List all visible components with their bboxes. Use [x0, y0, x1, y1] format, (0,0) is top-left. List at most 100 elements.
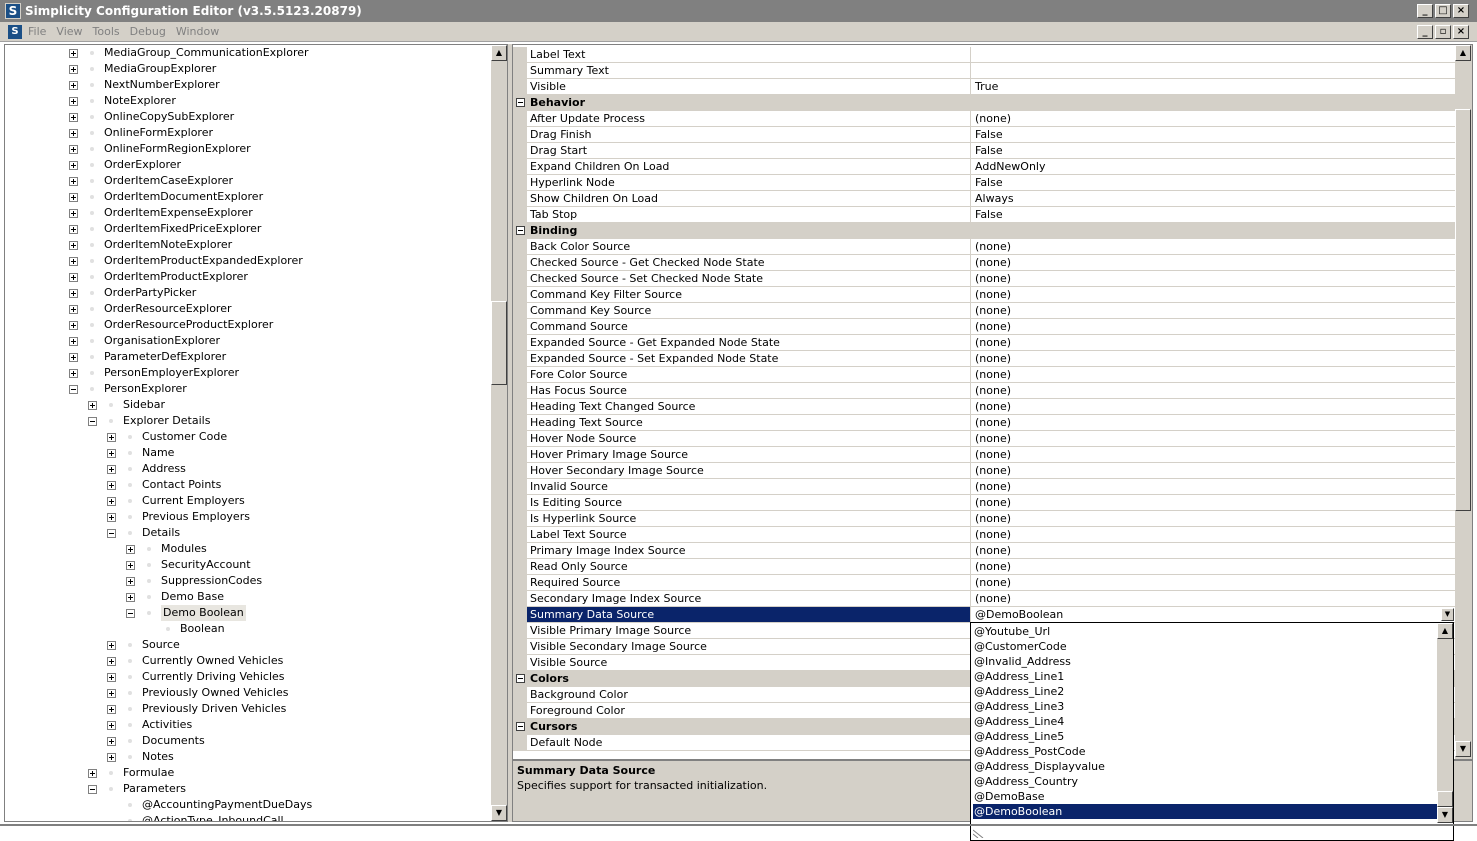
- expand-icon[interactable]: [69, 304, 78, 314]
- property-row[interactable]: Expand Children On Load AddNewOnly: [513, 159, 1455, 175]
- dropdown-option[interactable]: @Youtube_Url: [973, 624, 1437, 639]
- expand-icon[interactable]: [107, 656, 116, 666]
- explorer-tree[interactable]: MediaGroup_CommunicationExplorer MediaGro…: [4, 44, 508, 822]
- property-row[interactable]: Checked Source - Get Checked Node State(…: [513, 255, 1455, 271]
- property-value[interactable]: False: [971, 143, 1455, 159]
- expand-icon[interactable]: [107, 720, 116, 730]
- scroll-down-arrow-icon[interactable]: ▼: [491, 805, 507, 821]
- property-value[interactable]: @DemoBoolean: [971, 607, 1455, 623]
- property-value[interactable]: [971, 63, 1455, 79]
- expand-icon[interactable]: [126, 592, 135, 602]
- property-row[interactable]: Required Source (none): [513, 575, 1455, 591]
- tree-node[interactable]: SecurityAccount: [126, 557, 251, 573]
- property-value[interactable]: (none): [971, 367, 1455, 383]
- property-row[interactable]: Hover Secondary Image Source (none): [513, 463, 1455, 479]
- expand-icon[interactable]: [69, 320, 78, 330]
- expand-icon[interactable]: [107, 448, 116, 458]
- tree-node[interactable]: Previous Employers: [107, 509, 250, 525]
- close-button[interactable]: ×: [1453, 4, 1469, 18]
- collapse-icon[interactable]: [126, 608, 135, 618]
- property-value[interactable]: False: [971, 175, 1455, 191]
- tree-node[interactable]: Details: [107, 525, 180, 541]
- dropdown-scroll-thumb[interactable]: [1437, 791, 1453, 807]
- tree-node[interactable]: Address: [107, 461, 186, 477]
- property-row[interactable]: Drag Start False: [513, 143, 1455, 159]
- tree-node[interactable]: PersonExplorer: [69, 381, 187, 397]
- tree-node[interactable]: OrderPartyPicker: [69, 285, 196, 301]
- property-value[interactable]: (none): [971, 511, 1455, 527]
- property-value[interactable]: (none): [971, 111, 1455, 127]
- expand-icon[interactable]: [107, 464, 116, 474]
- dropdown-option[interactable]: @DemoBoolean: [973, 804, 1437, 819]
- category-row[interactable]: Binding: [513, 223, 1455, 239]
- expand-icon[interactable]: [88, 768, 97, 778]
- property-row[interactable]: Is Editing Source (none): [513, 495, 1455, 511]
- property-row[interactable]: Expanded Source - Get Expanded Node Stat…: [513, 335, 1455, 351]
- expand-icon[interactable]: [69, 48, 78, 58]
- tree-node[interactable]: MediaGroupExplorer: [69, 61, 216, 77]
- menu-debug[interactable]: Debug: [130, 25, 166, 38]
- dropdown-option[interactable]: @Address_Line5: [973, 729, 1437, 744]
- property-value[interactable]: Always: [971, 191, 1455, 207]
- property-value[interactable]: (none): [971, 335, 1455, 351]
- expand-icon[interactable]: [69, 80, 78, 90]
- tree-node[interactable]: SuppressionCodes: [126, 573, 262, 589]
- expand-icon[interactable]: [69, 240, 78, 250]
- child-close-button[interactable]: ×: [1453, 25, 1469, 39]
- collapse-icon[interactable]: [516, 226, 525, 235]
- property-row[interactable]: Hyperlink Node False: [513, 175, 1455, 191]
- property-value[interactable]: [971, 47, 1455, 63]
- tree-node[interactable]: Notes: [107, 749, 174, 765]
- expand-icon[interactable]: [69, 96, 78, 106]
- grid-scroll-down-arrow-icon[interactable]: ▼: [1455, 741, 1471, 757]
- title-bar[interactable]: S Simplicity Configuration Editor (v3.5.…: [0, 0, 1477, 22]
- property-row[interactable]: Expanded Source - Set Expanded Node Stat…: [513, 351, 1455, 367]
- tree-node[interactable]: NextNumberExplorer: [69, 77, 220, 93]
- property-value[interactable]: (none): [971, 527, 1455, 543]
- property-row[interactable]: Drag Finish False: [513, 127, 1455, 143]
- property-value[interactable]: (none): [971, 543, 1455, 559]
- tree-node[interactable]: PersonEmployerExplorer: [69, 365, 239, 381]
- property-value[interactable]: (none): [971, 479, 1455, 495]
- expand-icon[interactable]: [69, 128, 78, 138]
- property-row[interactable]: Visible True: [513, 79, 1455, 95]
- dropdown-option[interactable]: @Address_Line4: [973, 714, 1437, 729]
- expand-icon[interactable]: [69, 64, 78, 74]
- minimize-button[interactable]: _: [1417, 4, 1433, 18]
- tree-node[interactable]: OnlineFormRegionExplorer: [69, 141, 251, 157]
- dropdown-option[interactable]: @Address_PostCode: [973, 744, 1437, 759]
- grid-scroll-up-arrow-icon[interactable]: ▲: [1455, 45, 1471, 61]
- tree-node[interactable]: Currently Driving Vehicles: [107, 669, 285, 685]
- property-value[interactable]: False: [971, 127, 1455, 143]
- dropdown-option[interactable]: @DemoBase: [973, 789, 1437, 804]
- menu-tools[interactable]: Tools: [93, 25, 120, 38]
- property-value[interactable]: (none): [971, 463, 1455, 479]
- expand-icon[interactable]: [69, 176, 78, 186]
- property-value[interactable]: (none): [971, 495, 1455, 511]
- property-row[interactable]: Is Hyperlink Source (none): [513, 511, 1455, 527]
- expand-icon[interactable]: [107, 640, 116, 650]
- expand-icon[interactable]: [69, 352, 78, 362]
- tree-node[interactable]: Activities: [107, 717, 192, 733]
- tree-node[interactable]: NoteExplorer: [69, 93, 176, 109]
- dropdown-arrow-icon[interactable]: ▼: [1441, 608, 1454, 621]
- dropdown-option[interactable]: @Address_Line2: [973, 684, 1437, 699]
- collapse-icon[interactable]: [516, 674, 525, 683]
- property-row[interactable]: Command Key Filter Source (none): [513, 287, 1455, 303]
- dropdown-scrollbar[interactable]: ▲ ▼: [1437, 623, 1453, 823]
- collapse-icon[interactable]: [516, 722, 525, 731]
- property-row[interactable]: Label Text: [513, 47, 1455, 63]
- property-value[interactable]: (none): [971, 287, 1455, 303]
- tree-node[interactable]: Previously Owned Vehicles: [107, 685, 289, 701]
- expand-icon[interactable]: [69, 208, 78, 218]
- tree-node[interactable]: Customer Code: [107, 429, 227, 445]
- property-row[interactable]: Heading Text Changed Source (none): [513, 399, 1455, 415]
- collapse-icon[interactable]: [88, 784, 97, 794]
- property-row[interactable]: Back Color Source (none): [513, 239, 1455, 255]
- collapse-icon[interactable]: [69, 384, 78, 394]
- expand-icon[interactable]: [107, 480, 116, 490]
- tree-node[interactable]: Boolean: [145, 621, 225, 637]
- property-value[interactable]: (none): [971, 319, 1455, 335]
- expand-icon[interactable]: [126, 576, 135, 586]
- property-value[interactable]: True: [971, 79, 1455, 95]
